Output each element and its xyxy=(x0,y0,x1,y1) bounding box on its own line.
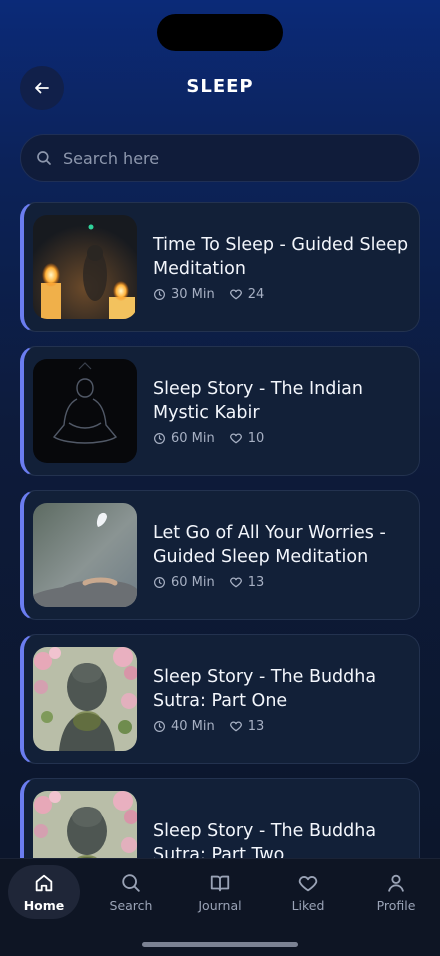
heart-icon xyxy=(298,875,318,891)
book-icon xyxy=(210,875,230,891)
session-thumbnail xyxy=(33,215,137,319)
session-title: Time To Sleep - Guided Sleep Meditation xyxy=(153,234,409,279)
session-title: Let Go of All Your Worries - Guided Slee… xyxy=(153,522,386,567)
search-input[interactable] xyxy=(63,148,383,168)
session-card[interactable]: Sleep Story - The Indian Mystic Kabir 60… xyxy=(20,346,420,476)
session-list: Time To Sleep - Guided Sleep Meditation … xyxy=(20,202,420,922)
session-card[interactable]: Sleep Story - The Buddha Sutra: Part One… xyxy=(20,634,420,764)
tab-home[interactable]: Home xyxy=(8,865,80,919)
session-duration: 40 Min xyxy=(171,718,215,734)
session-likes: 13 xyxy=(247,718,265,734)
heart-icon[interactable] xyxy=(229,431,243,445)
tab-label: Profile xyxy=(376,897,416,913)
session-meta: 60 Min 10 xyxy=(153,431,409,446)
candles-icon xyxy=(33,215,137,319)
feather-hand-icon xyxy=(33,503,137,607)
tab-liked[interactable]: Liked xyxy=(272,865,344,919)
tab-search[interactable]: Search xyxy=(95,865,167,919)
buddha-statue-icon xyxy=(33,647,137,751)
session-card[interactable]: Time To Sleep - Guided Sleep Meditation … xyxy=(20,202,420,332)
session-duration: 30 Min xyxy=(171,286,215,302)
user-icon xyxy=(388,874,404,892)
session-card[interactable]: Let Go of All Your Worries - Guided Slee… xyxy=(20,490,420,620)
search-icon xyxy=(37,151,51,165)
search-icon xyxy=(122,873,140,892)
tab-label: Journal xyxy=(198,897,242,913)
home-icon xyxy=(35,874,53,891)
heart-icon[interactable] xyxy=(229,287,243,301)
session-thumbnail xyxy=(33,647,137,751)
session-thumbnail xyxy=(33,503,137,607)
dynamic-island xyxy=(157,14,283,51)
heart-icon[interactable] xyxy=(229,575,243,589)
home-indicator[interactable] xyxy=(142,942,298,947)
session-duration: 60 Min xyxy=(171,574,215,590)
page-title: SLEEP xyxy=(186,76,254,97)
tab-label: Home xyxy=(23,897,65,913)
tab-profile[interactable]: Profile xyxy=(360,865,432,919)
session-title: Sleep Story - The Buddha Sutra: Part One xyxy=(153,666,377,711)
clock-icon xyxy=(154,720,165,732)
session-title: Sleep Story - The Indian Mystic Kabir xyxy=(153,378,363,423)
tab-label: Search xyxy=(109,897,153,913)
session-meta: 40 Min 13 xyxy=(153,719,409,734)
clock-icon xyxy=(154,288,165,300)
session-likes: 24 xyxy=(247,286,265,302)
session-duration: 60 Min xyxy=(171,430,215,446)
tab-label: Liked xyxy=(291,897,325,913)
session-thumbnail xyxy=(33,359,137,463)
search-bar[interactable] xyxy=(20,134,420,182)
session-meta: 30 Min 24 xyxy=(153,287,409,302)
clock-icon xyxy=(154,432,165,444)
session-meta: 60 Min 13 xyxy=(153,575,409,590)
clock-icon xyxy=(154,576,165,588)
heart-icon[interactable] xyxy=(229,719,243,733)
session-likes: 10 xyxy=(247,430,265,446)
meditating-silhouette-icon xyxy=(33,359,137,463)
tab-journal[interactable]: Journal xyxy=(184,865,256,919)
session-likes: 13 xyxy=(247,574,265,590)
